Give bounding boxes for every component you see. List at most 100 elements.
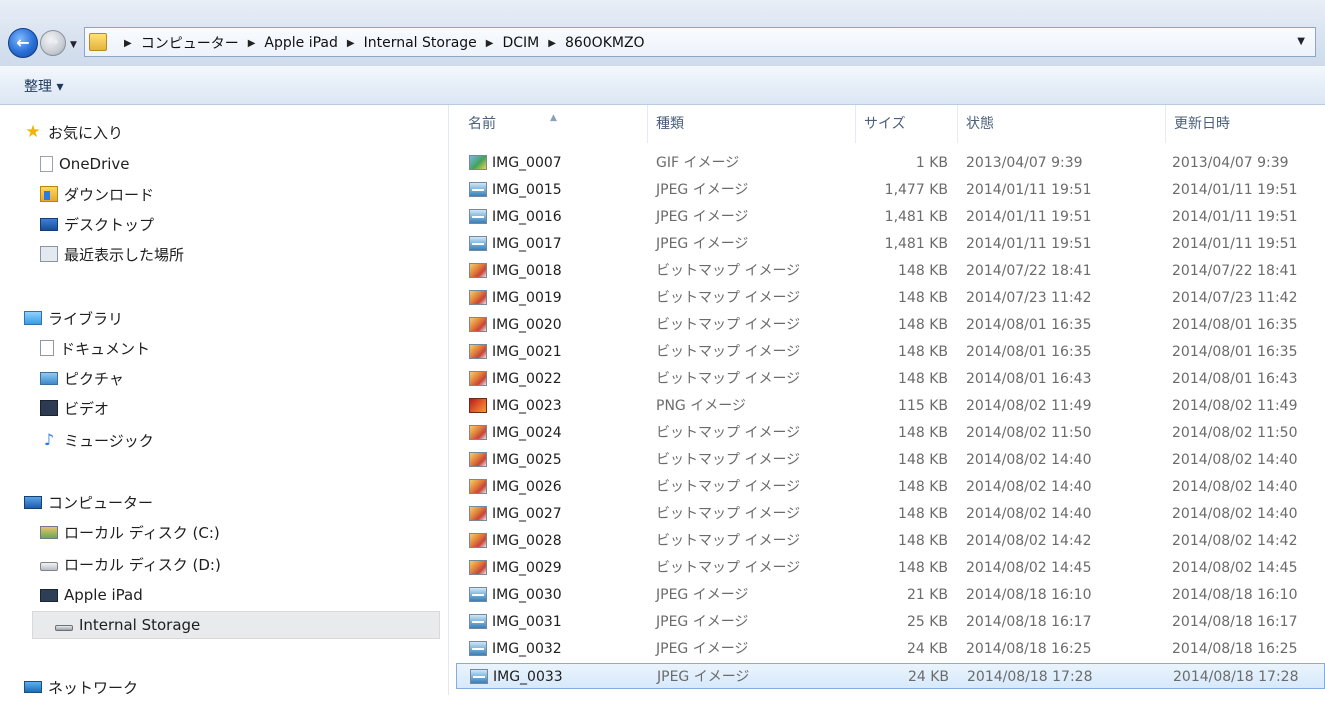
nav-item-internal-storage[interactable]: Internal Storage [32, 611, 440, 639]
file-size: 21 KB [906, 587, 948, 603]
nav-item-downloads[interactable]: ダウンロード [40, 180, 154, 208]
organize-button[interactable]: 整理 ▾ [24, 76, 63, 96]
file-type: PNG イメージ [656, 398, 746, 414]
nav-computer[interactable]: コンピューター [24, 488, 153, 516]
file-status: 2014/08/02 14:40 [966, 479, 1092, 495]
file-row[interactable]: IMG_0025 ビットマップ イメージ 148 KB 2014/08/02 14:4… [456, 447, 1325, 473]
file-row[interactable]: IMG_0032 JPEG イメージ 24 KB 2014/08/18 16:25 20… [456, 636, 1325, 662]
file-row[interactable]: IMG_0026 ビットマップ イメージ 148 KB 2014/08/02 14:4… [456, 474, 1325, 500]
nav-label: ネットワーク [48, 678, 139, 697]
file-row[interactable]: IMG_0015 JPEG イメージ 1,477 KB 2014/01/11 19:5… [456, 177, 1325, 203]
file-name: IMG_0027 [492, 506, 562, 522]
breadcrumb-dcim[interactable]: DCIM [502, 35, 539, 51]
file-row[interactable]: IMG_0020 ビットマップ イメージ 148 KB 2014/08/01 16:3… [456, 312, 1325, 338]
file-status: 2014/07/23 11:42 [966, 290, 1092, 306]
file-row[interactable]: IMG_0019 ビットマップ イメージ 148 KB 2014/07/23 11:4… [456, 285, 1325, 311]
file-row[interactable]: IMG_0028 ビットマップ イメージ 148 KB 2014/08/02 14:4… [456, 528, 1325, 554]
nav-item-local-disk-c[interactable]: ローカル ディスク (C:) [40, 518, 220, 546]
file-type: ビットマップ イメージ [656, 506, 801, 522]
file-modified-date: 2014/07/22 18:41 [1172, 263, 1298, 279]
file-row[interactable]: IMG_0007 GIF イメージ 1 KB 2013/04/07 9:39 2013/… [456, 150, 1325, 176]
file-modified-date: 2014/08/18 17:28 [1173, 669, 1299, 685]
file-row[interactable]: IMG_0031 JPEG イメージ 25 KB 2014/08/18 16:17 20… [456, 609, 1325, 635]
breadcrumb-separator-icon[interactable]: ▶ [248, 38, 256, 49]
breadcrumb-internal-storage[interactable]: Internal Storage [364, 35, 477, 51]
file-name: IMG_0016 [492, 209, 562, 225]
file-size: 115 KB [898, 398, 948, 414]
bitmap-file-icon [469, 425, 487, 440]
file-size: 148 KB [898, 317, 948, 333]
file-name: IMG_0007 [492, 155, 562, 171]
file-modified-date: 2014/08/01 16:43 [1172, 371, 1298, 387]
file-name: IMG_0026 [492, 479, 562, 495]
breadcrumb-computer[interactable]: コンピューター [141, 33, 239, 53]
file-name: IMG_0025 [492, 452, 562, 468]
breadcrumb-separator-icon[interactable]: ▶ [124, 38, 132, 49]
file-row[interactable]: IMG_0016 JPEG イメージ 1,481 KB 2014/01/11 19:5… [456, 204, 1325, 230]
file-type: ビットマップ イメージ [656, 560, 801, 576]
file-modified-date: 2014/08/18 16:10 [1172, 587, 1298, 603]
file-modified-date: 2014/08/02 11:50 [1172, 425, 1298, 441]
address-field[interactable]: ▶ コンピューター ▶ Apple iPad ▶ Internal Storag… [84, 27, 1316, 57]
nav-item-apple-ipad[interactable]: Apple iPad [40, 581, 143, 609]
column-header-status[interactable]: 状態 [958, 105, 1166, 143]
breadcrumb-separator-icon[interactable]: ▶ [486, 38, 494, 49]
file-row[interactable]: IMG_0033 JPEG イメージ 24 KB 2014/08/18 17:28 20… [456, 663, 1325, 689]
file-status: 2014/08/01 16:35 [966, 344, 1092, 360]
pane-divider[interactable] [448, 105, 449, 695]
nav-item-onedrive[interactable]: OneDrive [40, 150, 130, 178]
file-size: 24 KB [906, 641, 948, 657]
nav-item-desktop[interactable]: デスクトップ [40, 210, 154, 238]
recent-pages-dropdown-icon[interactable]: ▼ [70, 40, 82, 50]
file-row[interactable]: IMG_0024 ビットマップ イメージ 148 KB 2014/08/02 11:5… [456, 420, 1325, 446]
file-modified-date: 2014/08/02 14:45 [1172, 560, 1298, 576]
breadcrumb-separator-icon[interactable]: ▶ [548, 38, 556, 49]
file-modified-date: 2014/08/02 14:42 [1172, 533, 1298, 549]
address-history-dropdown-icon[interactable]: ▼ [1297, 36, 1305, 47]
file-status: 2013/04/07 9:39 [966, 155, 1083, 171]
file-type: ビットマップ イメージ [656, 533, 801, 549]
back-button[interactable]: ← [8, 28, 38, 58]
nav-item-pictures[interactable]: ピクチャ [40, 364, 124, 392]
file-row[interactable]: IMG_0017 JPEG イメージ 1,481 KB 2014/01/11 19:5… [456, 231, 1325, 257]
file-type: ビットマップ イメージ [656, 317, 801, 333]
nav-network[interactable]: ネットワーク [24, 673, 138, 701]
file-row[interactable]: IMG_0023 PNG イメージ 115 KB 2014/08/02 11:49 20… [456, 393, 1325, 419]
nav-item-local-disk-d[interactable]: ローカル ディスク (D:) [40, 550, 221, 578]
nav-favorites[interactable]: ★ お気に入り [24, 118, 123, 146]
column-header-label: 更新日時 [1174, 116, 1230, 132]
file-row[interactable]: IMG_0021 ビットマップ イメージ 148 KB 2014/08/01 16:3… [456, 339, 1325, 365]
network-icon [24, 681, 42, 693]
column-header-size[interactable]: サイズ [856, 105, 958, 143]
file-row[interactable]: IMG_0029 ビットマップ イメージ 148 KB 2014/08/02 14:4… [456, 555, 1325, 581]
file-status: 2014/01/11 19:51 [966, 182, 1092, 198]
bitmap-file-icon [469, 344, 487, 359]
file-type: GIF イメージ [656, 155, 740, 171]
file-modified-date: 2014/08/01 16:35 [1172, 344, 1298, 360]
disk-drive-icon [40, 562, 58, 571]
file-size: 25 KB [906, 614, 948, 630]
nav-item-music[interactable]: ♪ ミュージック [40, 426, 154, 454]
bitmap-file-icon [469, 263, 487, 278]
file-row[interactable]: IMG_0018 ビットマップ イメージ 148 KB 2014/07/22 18:4… [456, 258, 1325, 284]
column-header-label: 名前 [468, 116, 496, 132]
nav-item-documents[interactable]: ドキュメント [40, 334, 150, 362]
column-header-name[interactable]: 名前 ▲ [460, 105, 648, 143]
nav-item-videos[interactable]: ビデオ [40, 394, 109, 422]
system-disk-icon [40, 525, 58, 539]
column-header-modified[interactable]: 更新日時 [1166, 105, 1325, 143]
breadcrumb-current-folder[interactable]: 860OKMZO [565, 35, 645, 51]
forward-button[interactable]: → [40, 30, 66, 56]
jpeg-file-icon [469, 641, 487, 656]
file-size: 148 KB [898, 533, 948, 549]
column-header-type[interactable]: 種類 [648, 105, 856, 143]
nav-libraries[interactable]: ライブラリ [24, 304, 123, 332]
breadcrumb-apple-ipad[interactable]: Apple iPad [264, 35, 337, 51]
breadcrumb-separator-icon[interactable]: ▶ [347, 38, 355, 49]
file-row[interactable]: IMG_0027 ビットマップ イメージ 148 KB 2014/08/02 14:4… [456, 501, 1325, 527]
bitmap-file-icon [469, 317, 487, 332]
file-modified-date: 2014/08/01 16:35 [1172, 317, 1298, 333]
file-row[interactable]: IMG_0022 ビットマップ イメージ 148 KB 2014/08/01 16:4… [456, 366, 1325, 392]
file-row[interactable]: IMG_0030 JPEG イメージ 21 KB 2014/08/18 16:10 20… [456, 582, 1325, 608]
nav-item-recent-places[interactable]: 最近表示した場所 [40, 240, 184, 268]
